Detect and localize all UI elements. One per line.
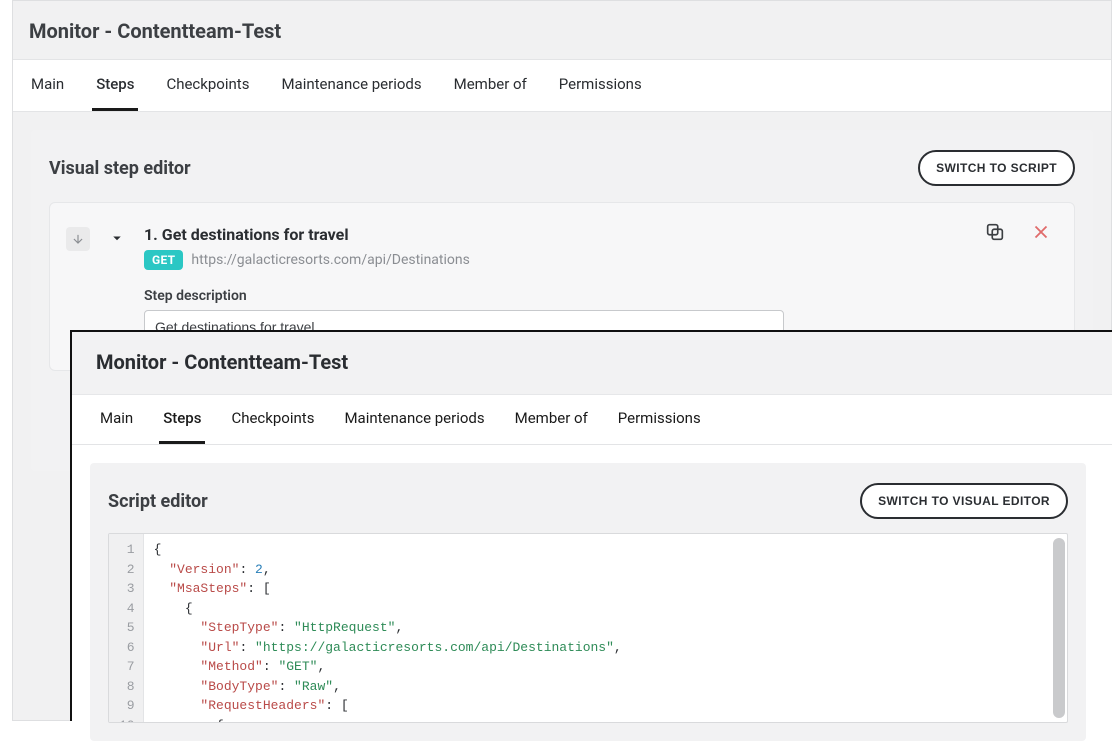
tab-main[interactable]: Main [27, 60, 68, 111]
collapse-toggle[interactable] [108, 225, 126, 344]
inner-tab-checkpoints[interactable]: Checkpoints [227, 395, 318, 444]
inner-tab-permissions[interactable]: Permissions [614, 395, 705, 444]
inner-tabs: Main Steps Checkpoints Maintenance periods M… [72, 395, 1112, 445]
step-title: 1. Get destinations for travel [144, 225, 1048, 244]
http-method-badge: GET [144, 250, 183, 270]
request-url: https://galacticresorts.com/api/Destinat… [191, 252, 469, 268]
inner-tab-steps[interactable]: Steps [159, 395, 205, 444]
scrollbar[interactable] [1053, 538, 1065, 718]
switch-to-script-button[interactable]: SWITCH TO SCRIPT [918, 150, 1075, 186]
switch-to-visual-editor-button[interactable]: SWITCH TO VISUAL EDITOR [860, 483, 1068, 519]
code-editor[interactable]: 1 2 3 4 5 6 7 8 9 10 11 12 13 14 { "Vers… [108, 533, 1068, 723]
tab-checkpoints[interactable]: Checkpoints [162, 60, 253, 111]
delete-step-button[interactable] [1030, 221, 1052, 247]
tab-maintenance-periods[interactable]: Maintenance periods [277, 60, 425, 111]
tab-member-of[interactable]: Member of [450, 60, 531, 111]
outer-tabs: Main Steps Checkpoints Maintenance periods M… [13, 59, 1111, 112]
code-gutter: 1 2 3 4 5 6 7 8 9 10 11 12 13 14 [109, 534, 144, 722]
section-title: Visual step editor [49, 158, 191, 179]
page-title: Monitor - Contentteam-Test [13, 1, 1111, 59]
duplicate-step-button[interactable] [984, 221, 1006, 247]
drag-handle[interactable] [66, 227, 90, 251]
inner-page-title: Monitor - Contentteam-Test [72, 332, 1112, 395]
inner-tab-main[interactable]: Main [96, 395, 137, 444]
script-editor-panel: Monitor - Contentteam-Test Main Steps Chec… [70, 330, 1112, 721]
tab-steps[interactable]: Steps [92, 60, 138, 111]
step-description-label: Step description [144, 288, 1048, 304]
inner-tab-member-of[interactable]: Member of [511, 395, 592, 444]
inner-section-title: Script editor [108, 491, 208, 512]
inner-tab-maintenance-periods[interactable]: Maintenance periods [340, 395, 488, 444]
tab-permissions[interactable]: Permissions [555, 60, 646, 111]
code-body[interactable]: { "Version": 2, "MsaSteps": [ { "StepTyp… [144, 534, 632, 722]
